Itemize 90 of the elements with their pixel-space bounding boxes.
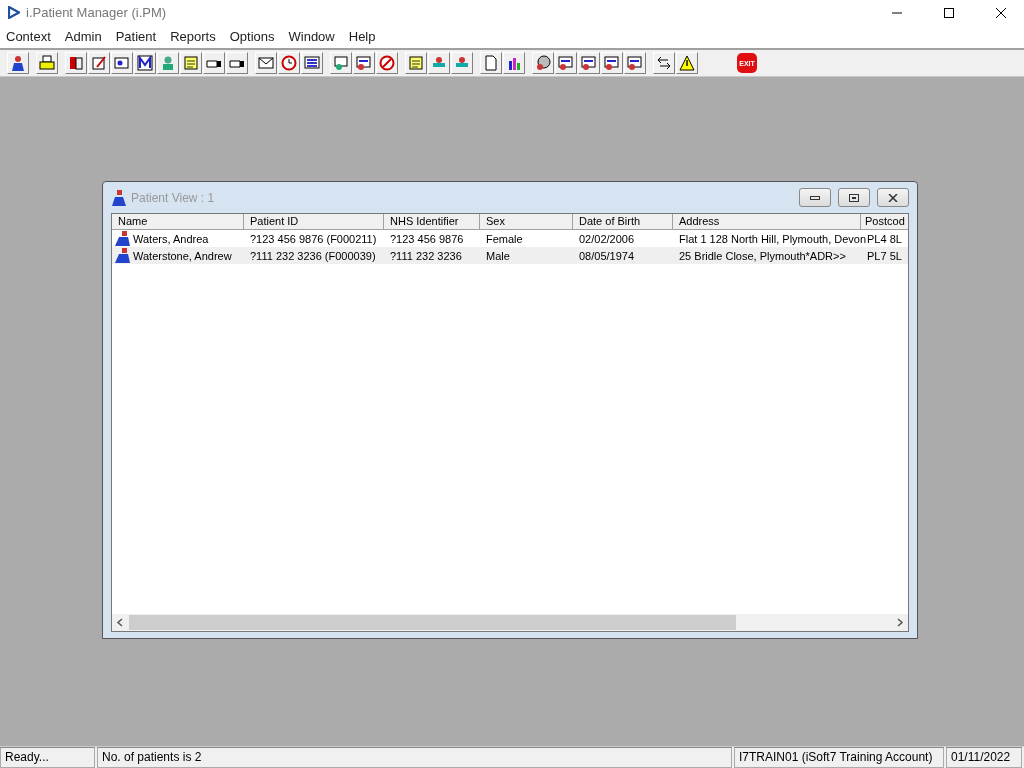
menu-item[interactable]: Context (6, 29, 58, 44)
minimize-icon (810, 195, 820, 200)
toolbar-button[interactable] (503, 52, 525, 74)
column-header[interactable]: Address (673, 214, 861, 230)
table-cell: 25 Bridle Close, Plymouth*ADR>> (679, 249, 846, 262)
toolbar-button[interactable] (203, 52, 225, 74)
column-header[interactable]: NHS Identifier (384, 214, 480, 230)
table-cell: Waterstone, Andrew (133, 249, 232, 262)
warning-icon (679, 55, 695, 71)
table-cell: 02/02/2006 (579, 232, 635, 245)
menu-item[interactable]: Help (348, 29, 383, 44)
toolbar-button[interactable] (601, 52, 623, 74)
person-icon (10, 55, 26, 71)
toolbar-button[interactable] (578, 52, 600, 74)
toolbar-button[interactable] (111, 52, 133, 74)
monitor-icon (304, 55, 320, 71)
restore-icon (849, 193, 859, 202)
toolbar-button[interactable] (36, 52, 58, 74)
table-cell: PL7 5L (867, 249, 902, 262)
toolbar-button[interactable] (624, 52, 646, 74)
restore-button[interactable] (838, 188, 870, 207)
column-header[interactable]: Sex (480, 214, 573, 230)
arrows-icon (656, 55, 672, 71)
toolbar-button[interactable] (255, 52, 277, 74)
menu-item[interactable]: Options (229, 29, 282, 44)
app-logo-icon (8, 6, 20, 19)
minimize-button[interactable] (799, 188, 831, 207)
form-icon (558, 55, 574, 71)
table-cell: ?123 456 9876 (390, 232, 464, 245)
column-header[interactable]: Date of Birth (573, 214, 673, 230)
toolbar-button[interactable] (7, 52, 29, 74)
m-letter-icon (137, 55, 153, 71)
menu-item[interactable]: Reports (170, 29, 223, 44)
table-cell: 08/05/1974 (579, 249, 635, 262)
table-cell: Female (486, 232, 523, 245)
bar-chart-icon (506, 55, 522, 71)
screen-icon (333, 55, 349, 71)
column-header[interactable]: Postcod (861, 214, 908, 230)
toolbar-button[interactable] (301, 52, 323, 74)
toolbar-button[interactable] (555, 52, 577, 74)
window-title: i.Patient Manager (i.PM) (26, 5, 168, 20)
form-icon (604, 55, 620, 71)
close-icon (996, 7, 1006, 18)
menu-item[interactable]: Admin (64, 29, 109, 44)
table-cell: Male (486, 249, 510, 262)
table-cell: ?111 232 3236 (F000039) (250, 249, 376, 262)
form-icon (356, 55, 372, 71)
book-icon (68, 55, 84, 71)
notepad-icon (91, 55, 107, 71)
status-text: Ready... (0, 747, 95, 768)
table-cell: Flat 1 128 North Hill, Plymouth, Devon (679, 232, 867, 245)
page-icon (483, 55, 499, 71)
close-icon (888, 193, 898, 202)
table-cell: ?123 456 9876 (F000211) (250, 232, 377, 245)
window-title: Patient View : 1 (131, 190, 216, 205)
menu-item[interactable]: Window (288, 29, 342, 44)
note-icon (183, 55, 199, 71)
toolbar-button[interactable] (532, 52, 554, 74)
toolbar-button[interactable] (653, 52, 675, 74)
clock-icon (281, 55, 297, 71)
table-cell: PL4 8L (867, 232, 902, 245)
table-cell: Waters, Andrea (133, 232, 209, 245)
toolbar-button[interactable] (676, 52, 698, 74)
column-header[interactable]: Patient ID (244, 214, 384, 230)
patient-icon (114, 248, 132, 263)
no-entry-icon (379, 55, 395, 71)
patient-row[interactable]: Waterstone, Andrew ?111 232 3236 (F000039) ?111 232 3236 Male 08/05/1974 25 Bridle Close, Plymouth*ADR>> PL7 5L (112, 247, 908, 264)
disc-icon (535, 55, 551, 71)
scrollbar-thumb[interactable] (129, 615, 736, 630)
close-button[interactable] (877, 188, 909, 207)
toolbar-button[interactable] (134, 52, 156, 74)
table-cell: ?111 232 3236 (390, 249, 462, 262)
patient-icon (111, 189, 127, 206)
note-icon (408, 55, 424, 71)
patient-icon (114, 231, 132, 246)
toolbar-button[interactable] (65, 52, 87, 74)
column-header[interactable]: Name (112, 214, 244, 230)
status-text: No. of patients is 2 (97, 747, 732, 768)
card-icon (114, 55, 130, 71)
status-text: 01/11/2022 (946, 747, 1022, 768)
toolbar-button[interactable] (226, 52, 248, 74)
menu-item[interactable]: Patient (115, 29, 164, 44)
form-icon (627, 55, 643, 71)
horizontal-scrollbar[interactable] (112, 614, 908, 631)
envelope-icon (258, 55, 274, 71)
form-icon (581, 55, 597, 71)
printer-icon (39, 55, 55, 71)
toolbar-button[interactable] (353, 52, 375, 74)
status-text: I7TRAIN01 (iSoft7 Training Account) (734, 747, 944, 768)
maximize-icon (944, 7, 954, 18)
